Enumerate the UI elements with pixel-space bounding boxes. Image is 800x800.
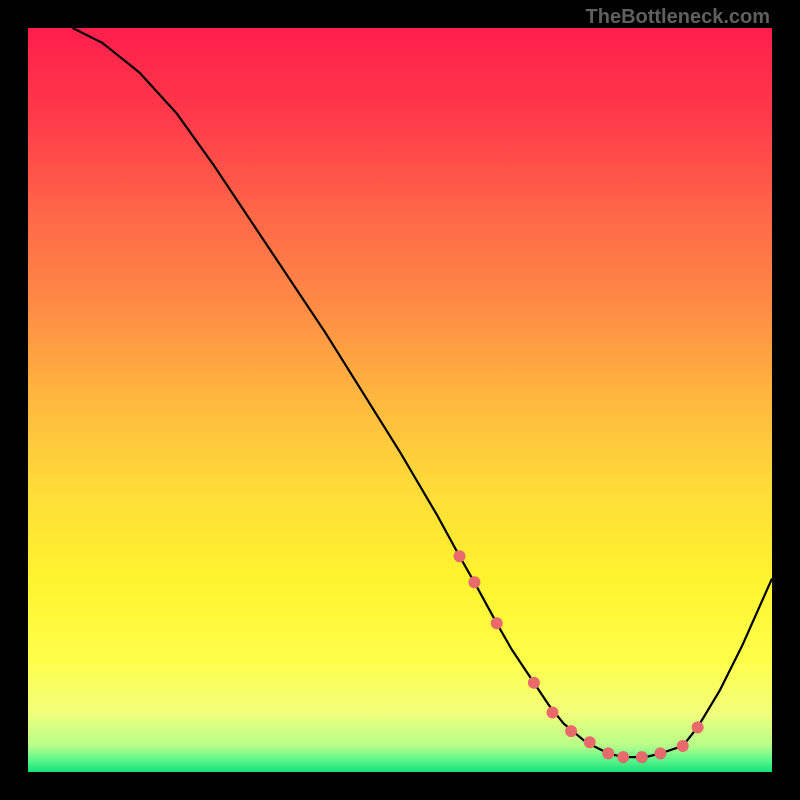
chart-container: TheBottleneck.com: [0, 0, 800, 800]
data-marker: [528, 677, 540, 689]
bottleneck-curve: [73, 28, 772, 757]
plot-area: [28, 28, 772, 772]
data-marker: [547, 706, 559, 718]
watermark-text: TheBottleneck.com: [586, 6, 770, 29]
data-marker: [584, 736, 596, 748]
curve-layer: [28, 28, 772, 772]
data-marker: [636, 751, 648, 763]
data-marker: [654, 747, 666, 759]
data-marker: [491, 617, 503, 629]
data-marker: [602, 747, 614, 759]
data-marker: [565, 725, 577, 737]
data-marker: [692, 721, 704, 733]
data-marker: [617, 751, 629, 763]
data-marker: [454, 550, 466, 562]
data-markers: [454, 550, 704, 763]
data-marker: [468, 576, 480, 588]
data-marker: [677, 740, 689, 752]
